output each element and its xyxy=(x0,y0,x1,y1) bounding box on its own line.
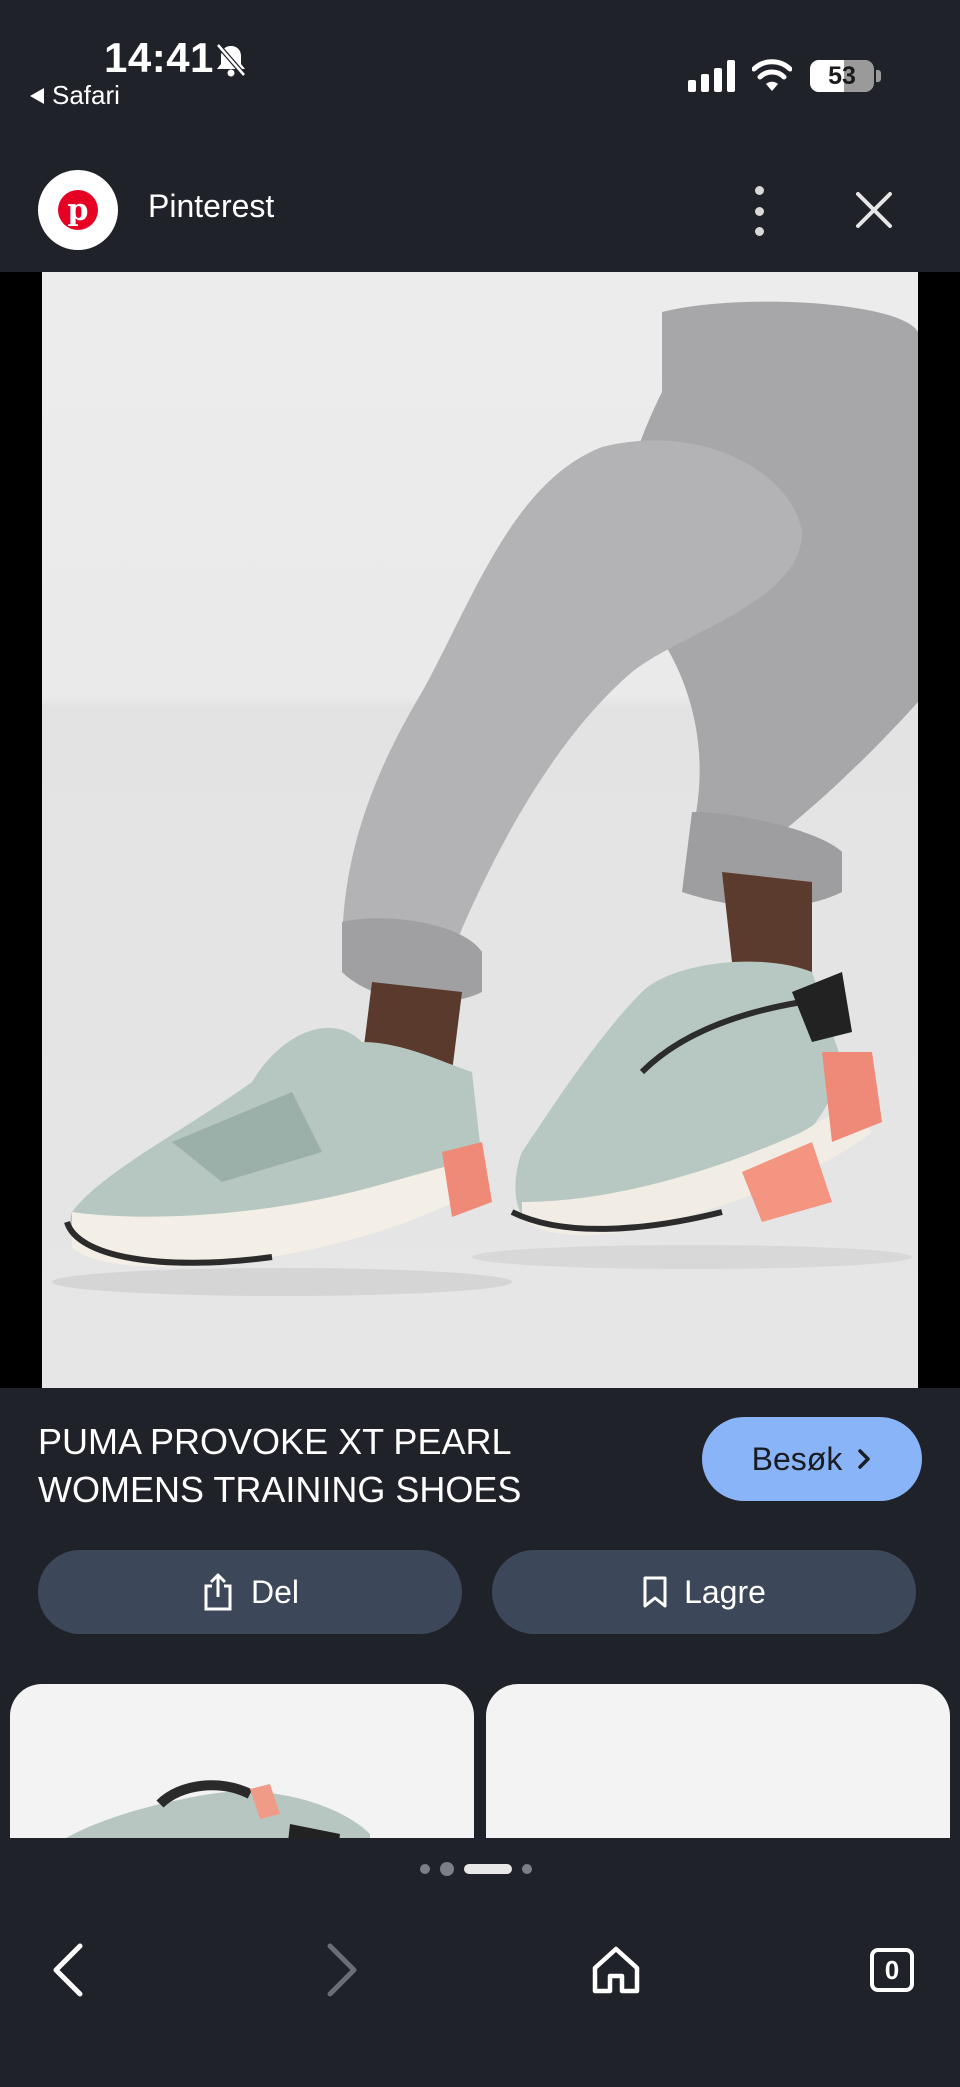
back-arrow-icon xyxy=(53,1943,83,1997)
visit-label: Besøk xyxy=(751,1440,843,1477)
close-icon[interactable] xyxy=(850,186,898,234)
pin-image[interactable] xyxy=(42,272,918,1388)
chevron-right-icon xyxy=(858,1449,871,1469)
carousel-page-indicator xyxy=(420,1862,532,1876)
tab-count: 0 xyxy=(884,1954,900,1985)
bell-slash-icon xyxy=(216,43,246,77)
page-dot-active xyxy=(464,1864,512,1874)
battery-icon: 53 xyxy=(810,60,874,92)
visit-button[interactable]: Besøk xyxy=(702,1417,922,1501)
back-to-app[interactable]: Safari xyxy=(30,80,120,111)
share-icon xyxy=(204,1573,232,1611)
back-triangle-icon xyxy=(30,87,44,104)
pinterest-logo: p xyxy=(38,170,118,250)
tabs-button[interactable]: 0 xyxy=(852,1930,932,2010)
home-button[interactable] xyxy=(576,1930,656,2010)
save-label: Lagre xyxy=(684,1573,766,1610)
page-dot xyxy=(440,1862,454,1876)
cellular-signal-icon xyxy=(688,60,735,92)
back-button[interactable] xyxy=(28,1930,108,2010)
pin-image-container xyxy=(0,272,960,1388)
pin-title: PUMA PROVOKE XT PEARL WOMENS TRAINING SH… xyxy=(38,1421,522,1510)
status-time: 14:41 xyxy=(104,34,214,81)
wifi-icon xyxy=(752,59,792,91)
home-icon xyxy=(592,1946,640,1994)
bookmark-icon xyxy=(643,1576,667,1608)
more-vertical-icon[interactable] xyxy=(744,186,774,236)
site-name: Pinterest xyxy=(148,188,275,224)
share-label: Del xyxy=(250,1573,299,1610)
forward-button[interactable] xyxy=(302,1930,382,2010)
page-dot xyxy=(522,1864,532,1874)
sneakers-photo xyxy=(52,301,918,1296)
page-dot xyxy=(420,1864,430,1874)
back-app-label: Safari xyxy=(52,80,120,110)
forward-arrow-icon xyxy=(327,1943,357,1997)
pinterest-logo-mark: p xyxy=(58,190,98,230)
battery-nub xyxy=(876,70,881,82)
save-button[interactable]: Lagre xyxy=(492,1550,916,1634)
tabs-icon: 0 xyxy=(870,1948,914,1992)
battery-percent: 53 xyxy=(828,62,856,90)
share-button[interactable]: Del xyxy=(38,1550,462,1634)
